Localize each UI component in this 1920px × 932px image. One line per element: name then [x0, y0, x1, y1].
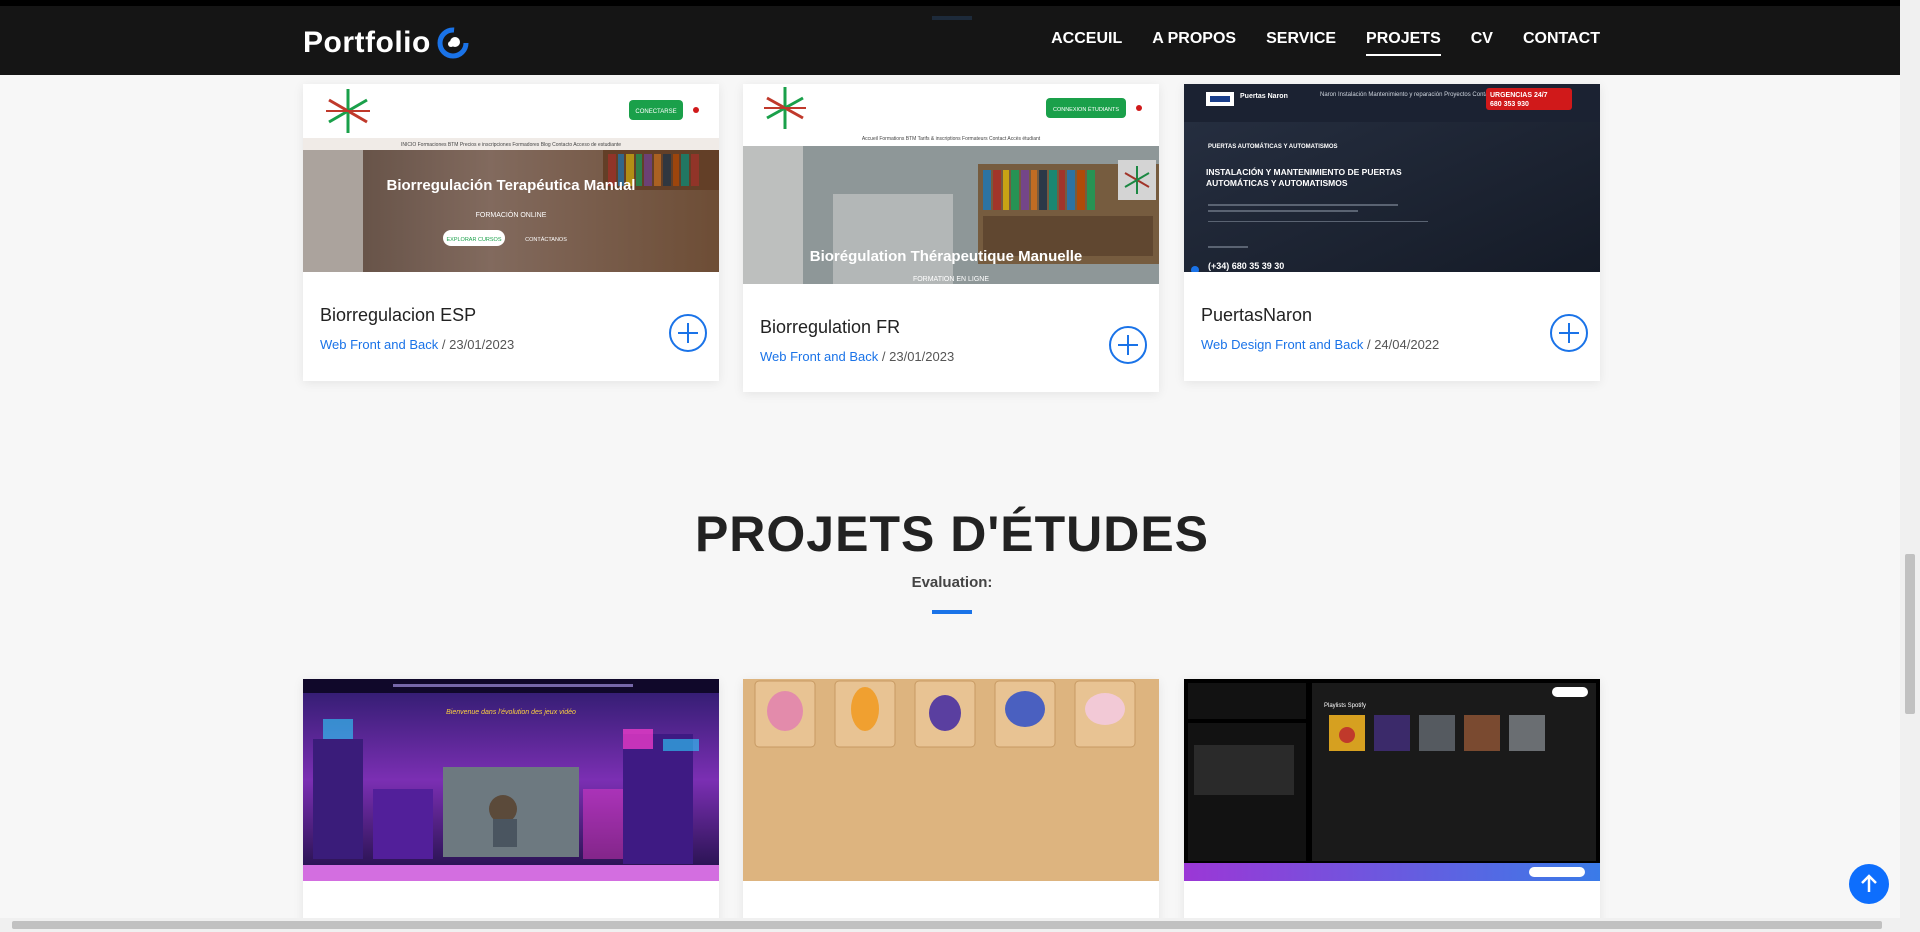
nav-item-service[interactable]: SERVICE — [1266, 30, 1336, 56]
nav-item-contact[interactable]: CONTACT — [1523, 30, 1600, 56]
nav-item-cv[interactable]: CV — [1471, 30, 1493, 56]
horizontal-scrollbar[interactable] — [0, 918, 1900, 932]
project-date: 24/04/2022 — [1374, 337, 1440, 352]
expand-project-button[interactable] — [669, 314, 707, 352]
project-card: Bienvenue dans l'évolution des jeux vidé… — [303, 679, 719, 932]
project-title[interactable]: PuertasNaron — [1201, 305, 1312, 326]
svg-text:Playlists Spotify: Playlists Spotify — [1324, 703, 1366, 709]
project-thumbnail[interactable]: Playlists Spotify — [1184, 679, 1600, 881]
nav-item-projets[interactable]: PROJETS — [1366, 30, 1441, 56]
svg-text:Accueil Formations BTM Tar: Accueil Formations BTM Tarifs & inscript… — [862, 136, 1041, 142]
project-card: CONECTARSE INICIO Formaciones BTM Precio… — [303, 84, 719, 381]
svg-text:Biorégulation Thérapeutique Ma: Biorégulation Thérapeutique Manuelle — [810, 248, 1083, 265]
site-screenshot: Bienvenue dans l'évolution des jeux vidé… — [303, 679, 719, 881]
top-navbar: Portfolio ACCEUIL A PROPOS SERVICE PROJE… — [0, 0, 1900, 75]
back-to-top-button[interactable] — [1849, 864, 1889, 904]
project-date: 23/01/2023 — [449, 337, 515, 352]
project-meta: Web Front and Back / 23/01/2023 — [760, 349, 954, 364]
project-title[interactable]: Biorregulacion ESP — [320, 305, 476, 326]
section-title: PROJETS D'ÉTUDES — [694, 506, 1210, 562]
horizontal-scrollbar-thumb[interactable] — [12, 921, 1882, 929]
site-screenshot: Playlists Spotify — [1184, 679, 1600, 881]
project-card: Puertas Naron Naron Instalación Mantenim… — [1184, 84, 1600, 381]
brand-logo-link[interactable]: Portfolio — [303, 26, 469, 60]
nav-item-a-propos[interactable]: A PROPOS — [1152, 30, 1236, 56]
project-card: Playlists Spotify — [1184, 679, 1600, 932]
brand-name: Portfolio — [303, 26, 431, 59]
project-meta: Web Front and Back / 23/01/2023 — [320, 337, 514, 352]
project-thumbnail[interactable]: Bienvenue dans l'évolution des jeux vidé… — [303, 679, 719, 881]
site-screenshot: CONECTARSE INICIO Formaciones BTM Precio… — [303, 84, 719, 272]
svg-text:FORMACIÓN ONLINE: FORMACIÓN ONLINE — [476, 210, 547, 219]
nav-menu: ACCEUIL A PROPOS SERVICE PROJETS CV CONT… — [1051, 30, 1600, 56]
project-thumbnail[interactable]: Puertas Naron Naron Instalación Mantenim… — [1184, 84, 1600, 272]
project-thumbnail[interactable]: CONNEXION ÉTUDIANTS Accueil Formations B… — [743, 84, 1159, 284]
section-subtitle: Evaluation: — [911, 574, 993, 591]
nav-indicator — [932, 16, 972, 20]
svg-text:URGENCIAS 24/7: URGENCIAS 24/7 — [1490, 92, 1548, 99]
site-screenshot: Puertas Naron Naron Instalación Mantenim… — [1184, 84, 1600, 272]
project-category-link[interactable]: Web Design Front and Back — [1201, 337, 1363, 352]
nav-item-acceuil[interactable]: ACCEUIL — [1051, 30, 1122, 56]
svg-text:(+34) 680 35 39 30: (+34) 680 35 39 30 — [1208, 261, 1284, 271]
svg-text:Naron Instalación Mantenim: Naron Instalación Mantenimiento y repara… — [1320, 92, 1497, 98]
expand-project-button[interactable] — [1109, 326, 1147, 364]
project-title[interactable]: Biorregulation FR — [760, 317, 900, 338]
project-thumbnail[interactable]: CONECTARSE INICIO Formaciones BTM Precio… — [303, 84, 719, 272]
brand-swirl-icon — [437, 27, 469, 59]
svg-text:FORMATION EN LIGNE: FORMATION EN LIGNE — [913, 276, 989, 283]
project-card: CONNEXION ÉTUDIANTS Accueil Formations B… — [743, 84, 1159, 392]
svg-text:PUERTAS AUTOMÁTICAS Y AUTOMATI: PUERTAS AUTOMÁTICAS Y AUTOMATISMOS — [1208, 143, 1338, 150]
project-category-link[interactable]: Web Front and Back — [320, 337, 438, 352]
section-divider — [932, 610, 972, 614]
svg-text:INICIO Formaciones BTM Pre: INICIO Formaciones BTM Precios e inscrip… — [401, 142, 621, 148]
project-card — [743, 679, 1159, 932]
svg-text:EXPLORAR CURSOS: EXPLORAR CURSOS — [446, 237, 501, 243]
vertical-scrollbar-thumb[interactable] — [1905, 554, 1915, 714]
site-screenshot: CONNEXION ÉTUDIANTS Accueil Formations B… — [743, 84, 1159, 284]
svg-text:680 353 930: 680 353 930 — [1490, 101, 1529, 108]
svg-text:CONECTARSE: CONECTARSE — [635, 109, 676, 115]
expand-project-button[interactable] — [1550, 314, 1588, 352]
site-screenshot — [743, 679, 1159, 881]
svg-text:Puertas Naron: Puertas Naron — [1240, 93, 1288, 100]
project-category-link[interactable]: Web Front and Back — [760, 349, 878, 364]
project-thumbnail[interactable] — [743, 679, 1159, 881]
vertical-scrollbar[interactable] — [1900, 0, 1920, 932]
project-date: 23/01/2023 — [889, 349, 955, 364]
svg-text:CONNEXION ÉTUDIANTS: CONNEXION ÉTUDIANTS — [1053, 106, 1119, 113]
arrow-up-icon — [1861, 874, 1877, 892]
project-meta: Web Design Front and Back / 24/04/2022 — [1201, 337, 1439, 352]
svg-text:Bienvenue dans l'évolution des: Bienvenue dans l'évolution des jeux vidé… — [446, 709, 576, 716]
svg-text:Biorregulación Terapéutica Man: Biorregulación Terapéutica Manual — [387, 177, 636, 194]
svg-text:CONTÁCTANOS: CONTÁCTANOS — [525, 236, 567, 243]
